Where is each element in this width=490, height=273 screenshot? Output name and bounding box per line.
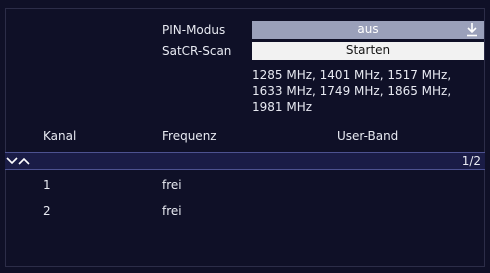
column-header-user-band: User-Band bbox=[337, 129, 399, 143]
list-navigation-bar[interactable]: 1/2 bbox=[5, 152, 485, 170]
satcr-start-button[interactable]: Starten bbox=[252, 42, 484, 60]
download-arrow-icon bbox=[467, 23, 477, 37]
column-header-kanal: Kanal bbox=[43, 129, 77, 143]
pin-mode-value: aus bbox=[357, 22, 379, 36]
table-row[interactable]: 1 frei bbox=[5, 178, 485, 196]
frequenz-cell: frei bbox=[162, 178, 182, 192]
frequency-list: 1285 MHz, 1401 MHz, 1517 MHz, 1633 MHz, … bbox=[252, 68, 452, 114]
page-indicator: 1/2 bbox=[461, 154, 481, 168]
frequenz-cell: frei bbox=[162, 204, 182, 218]
satcr-scan-label: SatCR-Scan bbox=[162, 44, 232, 58]
pin-mode-label: PIN-Modus bbox=[162, 23, 226, 37]
column-header-frequenz: Frequenz bbox=[162, 129, 217, 143]
kanal-cell: 1 bbox=[43, 178, 51, 192]
satcr-settings-panel: PIN-Modus aus SatCR-Scan Starten 1285 MH… bbox=[0, 0, 490, 273]
kanal-cell: 2 bbox=[43, 204, 51, 218]
chevron-down-up-icon[interactable] bbox=[6, 155, 30, 167]
pin-mode-dropdown[interactable]: aus bbox=[252, 21, 484, 39]
table-row[interactable]: 2 frei bbox=[5, 204, 485, 222]
